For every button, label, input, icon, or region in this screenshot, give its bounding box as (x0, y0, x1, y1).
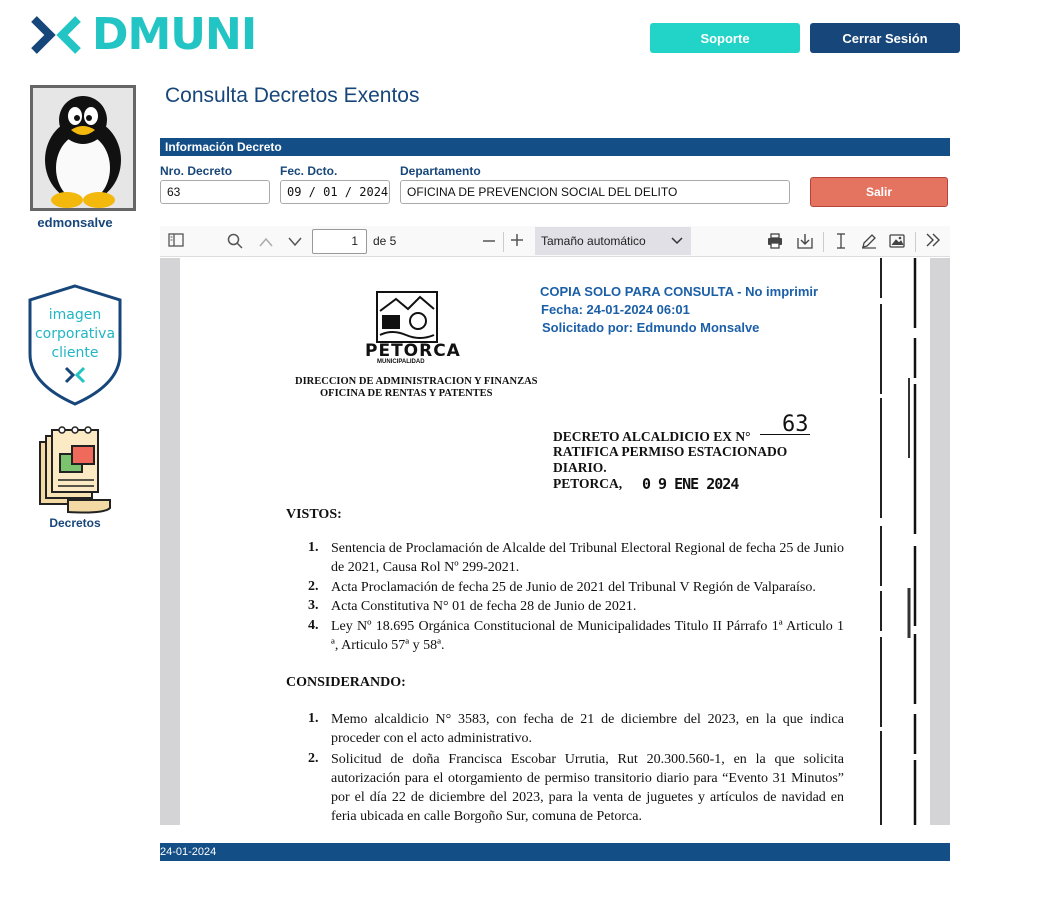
avatar[interactable] (30, 85, 136, 211)
zoom-select[interactable]: Tamaño automático (535, 227, 691, 255)
nro-decreto-field[interactable]: 63 (160, 180, 270, 204)
dept-line: OFICINA DE RENTAS Y PATENTES (320, 388, 493, 399)
brand-name: DMUNI (92, 9, 257, 60)
download-icon[interactable] (796, 233, 814, 251)
dept-line: DIRECCION DE ADMINISTRACION Y FINANZAS (295, 376, 538, 387)
list-item: Solicitud de doña Francisca Escobar Urru… (331, 752, 844, 824)
list-item: Sentencia de Proclamación de Alcalde del… (331, 541, 844, 575)
draw-icon[interactable] (860, 233, 878, 251)
decree-title: DECRETO ALCALDICIO EX N° (553, 429, 751, 444)
decree-number: 63 (782, 412, 809, 437)
search-icon[interactable] (226, 233, 244, 251)
decree-subject: RATIFICA PERMISO ESTACIONADO (553, 444, 788, 459)
next-page-icon[interactable] (286, 233, 304, 251)
corp-line: cliente (51, 345, 99, 361)
chevron-down-icon (671, 237, 683, 245)
corporate-image-badge: imagen corporativa cliente (27, 284, 123, 406)
page-number-input[interactable]: 1 (312, 229, 367, 254)
departamento-field[interactable]: OFICINA DE PREVENCION SOCIAL DEL DELITO (400, 180, 790, 204)
support-button[interactable]: Soporte (650, 23, 800, 53)
username: edmonsalve (37, 215, 113, 230)
page-total: de 5 (373, 234, 397, 248)
list-item: Ley Nº 18.695 Orgánica Constitucional de… (331, 619, 844, 653)
decree-subject: DIARIO. (553, 460, 607, 475)
brand-logo: DMUNI (30, 9, 257, 60)
more-tools-icon[interactable] (924, 233, 942, 251)
list-item: Acta Proclamación de fecha 25 de Junio d… (331, 580, 816, 595)
scan-edge-marks (880, 258, 917, 825)
penguin-avatar-icon (33, 88, 133, 208)
decree-place: PETORCA, (553, 476, 623, 491)
corp-line: corporativa (34, 326, 116, 342)
municipal-crest-icon (376, 291, 438, 343)
footer-date: 24-01-2024 (160, 843, 950, 861)
decretos-nav-label[interactable]: Decretos (30, 516, 120, 530)
pdf-viewer[interactable]: COPIA SOLO PARA CONSULTA - No imprimir F… (160, 258, 950, 825)
municipality-name: PETORCA (365, 341, 461, 361)
exit-button[interactable]: Salir (810, 177, 948, 207)
departamento-label: Departamento (400, 164, 481, 178)
decretos-nav-button[interactable] (38, 424, 112, 514)
pdf-toolbar: 1 de 5 Tamaño automático (160, 226, 950, 257)
page-title: Consulta Decretos Exentos (165, 84, 420, 107)
section-header: Información Decreto (160, 138, 950, 156)
vistos-heading: VISTOS: (286, 507, 342, 522)
nro-decreto-label: Nro. Decreto (160, 164, 233, 178)
list-item: Acta Constitutiva N° 01 de fecha 28 de J… (331, 599, 637, 614)
pdf-page: COPIA SOLO PARA CONSULTA - No imprimir F… (180, 258, 930, 825)
image-icon[interactable] (888, 233, 906, 251)
sidebar-toggle-icon[interactable] (167, 233, 185, 251)
copy-stamp-line: COPIA SOLO PARA CONSULTA - No imprimir (540, 284, 819, 299)
copy-stamp-line: Solicitado por: Edmundo Monsalve (542, 320, 760, 335)
considerando-heading: CONSIDERANDO: (286, 675, 406, 690)
zoom-out-icon[interactable] (480, 233, 498, 251)
zoom-in-icon[interactable] (508, 233, 526, 251)
zoom-value: Tamaño automático (541, 234, 646, 248)
copy-stamp-line: Fecha: 24-01-2024 06:01 (541, 302, 690, 317)
corp-line: imagen (48, 307, 102, 323)
previous-page-icon[interactable] (257, 233, 275, 251)
text-cursor-icon[interactable] (832, 233, 850, 251)
logout-button[interactable]: Cerrar Sesión (810, 23, 960, 53)
brand-mark-icon (31, 16, 81, 54)
fecha-field[interactable]: 09 / 01 / 2024 (280, 180, 390, 204)
fecha-label: Fec. Dcto. (280, 164, 338, 178)
print-icon[interactable] (766, 233, 784, 251)
list-item: Memo alcaldicio N° 3583, con fecha de 21… (331, 712, 844, 746)
documents-icon (39, 426, 111, 514)
decree-date-stamp: 0 9 ENE 2024 (642, 475, 739, 493)
municipality-subtitle: MUNICIPALIDAD (377, 359, 425, 365)
